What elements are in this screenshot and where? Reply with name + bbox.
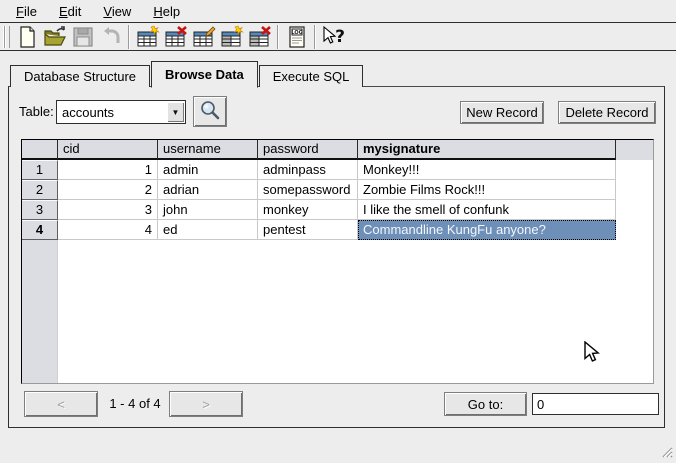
cell-mysignature[interactable]: Zombie Films Rock!!! — [358, 180, 616, 200]
menu-item-view[interactable]: View — [93, 2, 141, 21]
grid-body: 11adminadminpassMonkey!!!22adriansomepas… — [22, 160, 653, 383]
toolbar-drag-handle[interactable] — [4, 26, 10, 48]
table-select[interactable]: accounts ▼ — [56, 100, 186, 124]
open-database-button[interactable] — [41, 24, 68, 50]
toolbar-separator — [128, 25, 130, 49]
modify-table-icon — [192, 25, 216, 49]
delete-table-button[interactable] — [162, 24, 189, 50]
create-table-button[interactable] — [134, 24, 161, 50]
cell-cid[interactable]: 4 — [58, 220, 158, 240]
browse-data-panel: Table: accounts ▼ New Record Delete Reco… — [8, 86, 665, 428]
table-row: 22adriansomepasswordZombie Films Rock!!! — [22, 180, 653, 200]
modify-table-button[interactable] — [190, 24, 217, 50]
cell-username[interactable]: john — [158, 200, 258, 220]
column-header-mysignature[interactable]: mysignature — [358, 140, 616, 160]
table-row: 11adminadminpassMonkey!!! — [22, 160, 653, 180]
row-number[interactable]: 1 — [22, 160, 58, 180]
grid-corner-cell — [22, 140, 58, 160]
create-index-button[interactable] — [218, 24, 245, 50]
revert-changes-icon — [99, 25, 123, 49]
column-header-username[interactable]: username — [158, 140, 258, 160]
menu-item-help[interactable]: Help — [143, 2, 190, 21]
delete-table-icon — [164, 25, 188, 49]
toolbar-separator — [314, 25, 316, 49]
revert-changes-button[interactable] — [97, 24, 124, 50]
search-icon — [199, 99, 221, 124]
new-database-button[interactable] — [13, 24, 40, 50]
menu-item-edit[interactable]: Edit — [49, 2, 91, 21]
grid-header-filler — [616, 140, 653, 160]
cell-username[interactable]: ed — [158, 220, 258, 240]
cell-mysignature[interactable]: Monkey!!! — [358, 160, 616, 180]
cell-cid[interactable]: 2 — [58, 180, 158, 200]
resize-grip[interactable] — [659, 444, 673, 461]
tab-bar: Database StructureBrowse DataExecute SQL — [10, 60, 364, 87]
grid-empty-area — [22, 240, 653, 383]
row-gutter-strip — [22, 240, 58, 383]
whats-this-button[interactable]: ? — [320, 24, 347, 50]
log-icon: LOG — [285, 25, 309, 49]
cell-password[interactable]: pentest — [258, 220, 358, 240]
menu-item-file[interactable]: File — [6, 2, 47, 21]
goto-button[interactable]: Go to: — [444, 392, 527, 416]
cell-cid[interactable]: 3 — [58, 200, 158, 220]
table-label: Table: — [19, 104, 54, 119]
previous-page-button[interactable]: < — [24, 391, 98, 417]
tab-browse-data[interactable]: Browse Data — [151, 61, 258, 88]
save-database-button[interactable] — [69, 24, 96, 50]
create-index-icon — [220, 25, 244, 49]
cell-cid[interactable]: 1 — [58, 160, 158, 180]
new-database-icon — [15, 25, 39, 49]
column-header-cid[interactable]: cid — [58, 140, 158, 160]
search-button[interactable] — [193, 96, 227, 127]
cell-username[interactable]: admin — [158, 160, 258, 180]
menu-bar: FileEditViewHelp — [0, 0, 676, 23]
row-number[interactable]: 3 — [22, 200, 58, 220]
new-record-button[interactable]: New Record — [460, 101, 544, 124]
table-row: 33johnmonkeyI like the smell of confunk — [22, 200, 653, 220]
toolbar-separator — [277, 25, 279, 49]
grid-header: cidusernamepasswordmysignature — [22, 140, 653, 160]
tab-database-structure[interactable]: Database Structure — [10, 65, 150, 87]
app-window: FileEditViewHelp — [0, 0, 676, 463]
cell-password[interactable]: somepassword — [258, 180, 358, 200]
cell-password[interactable]: adminpass — [258, 160, 358, 180]
table-row: 44edpentestCommandline KungFu anyone? — [22, 220, 653, 240]
data-grid: cidusernamepasswordmysignature 11adminad… — [21, 139, 654, 384]
chevron-down-icon[interactable]: ▼ — [167, 102, 184, 122]
next-page-button[interactable]: > — [169, 391, 243, 417]
whats-this-icon: ? — [321, 25, 347, 49]
cell-mysignature[interactable]: Commandline KungFu anyone? — [358, 220, 616, 240]
delete-record-button[interactable]: Delete Record — [558, 101, 656, 124]
grid-empty-white — [58, 240, 653, 383]
delete-index-button[interactable] — [246, 24, 273, 50]
tab-execute-sql[interactable]: Execute SQL — [259, 65, 364, 87]
cell-username[interactable]: adrian — [158, 180, 258, 200]
row-number[interactable]: 2 — [22, 180, 58, 200]
record-range-label: 1 - 4 of 4 — [98, 396, 172, 411]
cell-mysignature[interactable]: I like the smell of confunk — [358, 200, 616, 220]
save-database-icon — [71, 25, 95, 49]
column-header-password[interactable]: password — [258, 140, 358, 160]
open-database-icon — [43, 25, 67, 49]
table-select-value: accounts — [57, 105, 167, 120]
cell-password[interactable]: monkey — [258, 200, 358, 220]
toolbar: LOG ? — [0, 24, 676, 51]
svg-text:?: ? — [335, 27, 345, 47]
delete-index-icon — [248, 25, 272, 49]
row-number[interactable]: 4 — [22, 220, 58, 240]
log-button[interactable]: LOG — [283, 24, 310, 50]
goto-input[interactable] — [532, 393, 659, 415]
svg-text:LOG: LOG — [291, 30, 302, 36]
create-table-icon — [136, 25, 160, 49]
